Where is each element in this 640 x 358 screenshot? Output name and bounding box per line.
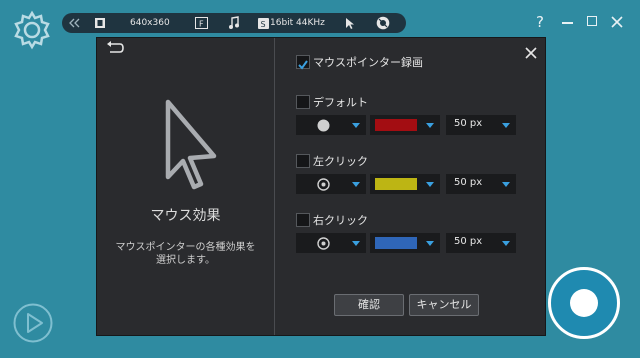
dialog-close-icon[interactable]	[525, 44, 537, 59]
back-arrow-icon[interactable]	[105, 41, 125, 57]
chevron-down-icon	[426, 123, 434, 128]
chevron-down-icon	[502, 182, 510, 187]
right-click-checkbox[interactable]	[296, 213, 310, 227]
color-swatch	[375, 119, 417, 131]
left-click-color-dropdown[interactable]	[370, 174, 440, 194]
right-click-color-dropdown[interactable]	[370, 233, 440, 253]
chevron-down-icon	[426, 241, 434, 246]
effect-description-line2: 選択します。	[156, 255, 215, 266]
chevron-down-icon	[352, 123, 360, 128]
default-color-dropdown[interactable]	[370, 115, 440, 135]
size-value: 50 px	[454, 236, 483, 247]
webcam-icon[interactable]	[376, 13, 390, 33]
default-checkbox[interactable]	[296, 95, 310, 109]
film-icon[interactable]	[94, 13, 106, 33]
chevron-down-icon	[502, 123, 510, 128]
ring-circle-icon	[317, 237, 330, 250]
left-click-checkbox[interactable]	[296, 154, 310, 168]
color-swatch	[375, 178, 417, 190]
chevron-down-icon	[502, 241, 510, 246]
cursor-icon[interactable]	[345, 13, 355, 33]
mouse-pointer-icon	[161, 99, 221, 199]
sound-icon[interactable]: S	[258, 13, 269, 33]
size-value: 50 px	[454, 177, 483, 188]
ok-button[interactable]: 確認	[334, 294, 404, 316]
top-toolbar: 640x360 F S 16bit 44KHz	[62, 13, 406, 33]
mouse-effect-dialog: マウス効果 マウスポインターの各種効果を 選択します。 マウスポインター録画 デ…	[96, 37, 546, 336]
close-icon[interactable]	[610, 14, 624, 28]
record-pointer-label: マウスポインター録画	[313, 56, 423, 69]
resolution-label[interactable]: 640x360	[130, 13, 170, 33]
dialog-divider	[274, 38, 275, 335]
right-click-size-dropdown[interactable]: 50 px	[446, 233, 516, 253]
maximize-icon[interactable]	[587, 16, 597, 26]
chevron-down-icon	[352, 241, 360, 246]
default-shape-dropdown[interactable]	[296, 115, 366, 135]
format-icon[interactable]: F	[195, 13, 208, 33]
left-click-shape-dropdown[interactable]	[296, 174, 366, 194]
settings-gear-icon[interactable]	[11, 9, 53, 51]
audio-quality-label[interactable]: 16bit 44KHz	[270, 13, 325, 33]
left-click-size-dropdown[interactable]: 50 px	[446, 174, 516, 194]
right-click-label: 右クリック	[313, 214, 368, 227]
music-note-icon[interactable]	[228, 13, 240, 33]
size-value: 50 px	[454, 118, 483, 129]
chevron-down-icon	[426, 182, 434, 187]
help-icon[interactable]: ?	[536, 12, 544, 32]
default-label: デフォルト	[313, 96, 368, 109]
default-size-dropdown[interactable]: 50 px	[446, 115, 516, 135]
double-chevron-left-icon[interactable]	[68, 13, 80, 33]
effect-title: マウス効果	[150, 208, 221, 224]
cancel-button[interactable]: キャンセル	[409, 294, 479, 316]
svg-text:F: F	[199, 20, 204, 29]
ring-circle-icon	[317, 178, 330, 191]
minimize-icon[interactable]	[562, 22, 573, 24]
record-dot-icon	[570, 289, 598, 317]
record-pointer-checkbox[interactable]	[296, 55, 310, 70]
record-button[interactable]	[548, 267, 620, 339]
filled-circle-icon	[317, 119, 330, 132]
color-swatch	[375, 237, 417, 249]
play-icon[interactable]	[12, 302, 54, 344]
chevron-down-icon	[352, 182, 360, 187]
svg-text:S: S	[261, 20, 266, 29]
right-click-shape-dropdown[interactable]	[296, 233, 366, 253]
left-click-label: 左クリック	[313, 155, 368, 168]
